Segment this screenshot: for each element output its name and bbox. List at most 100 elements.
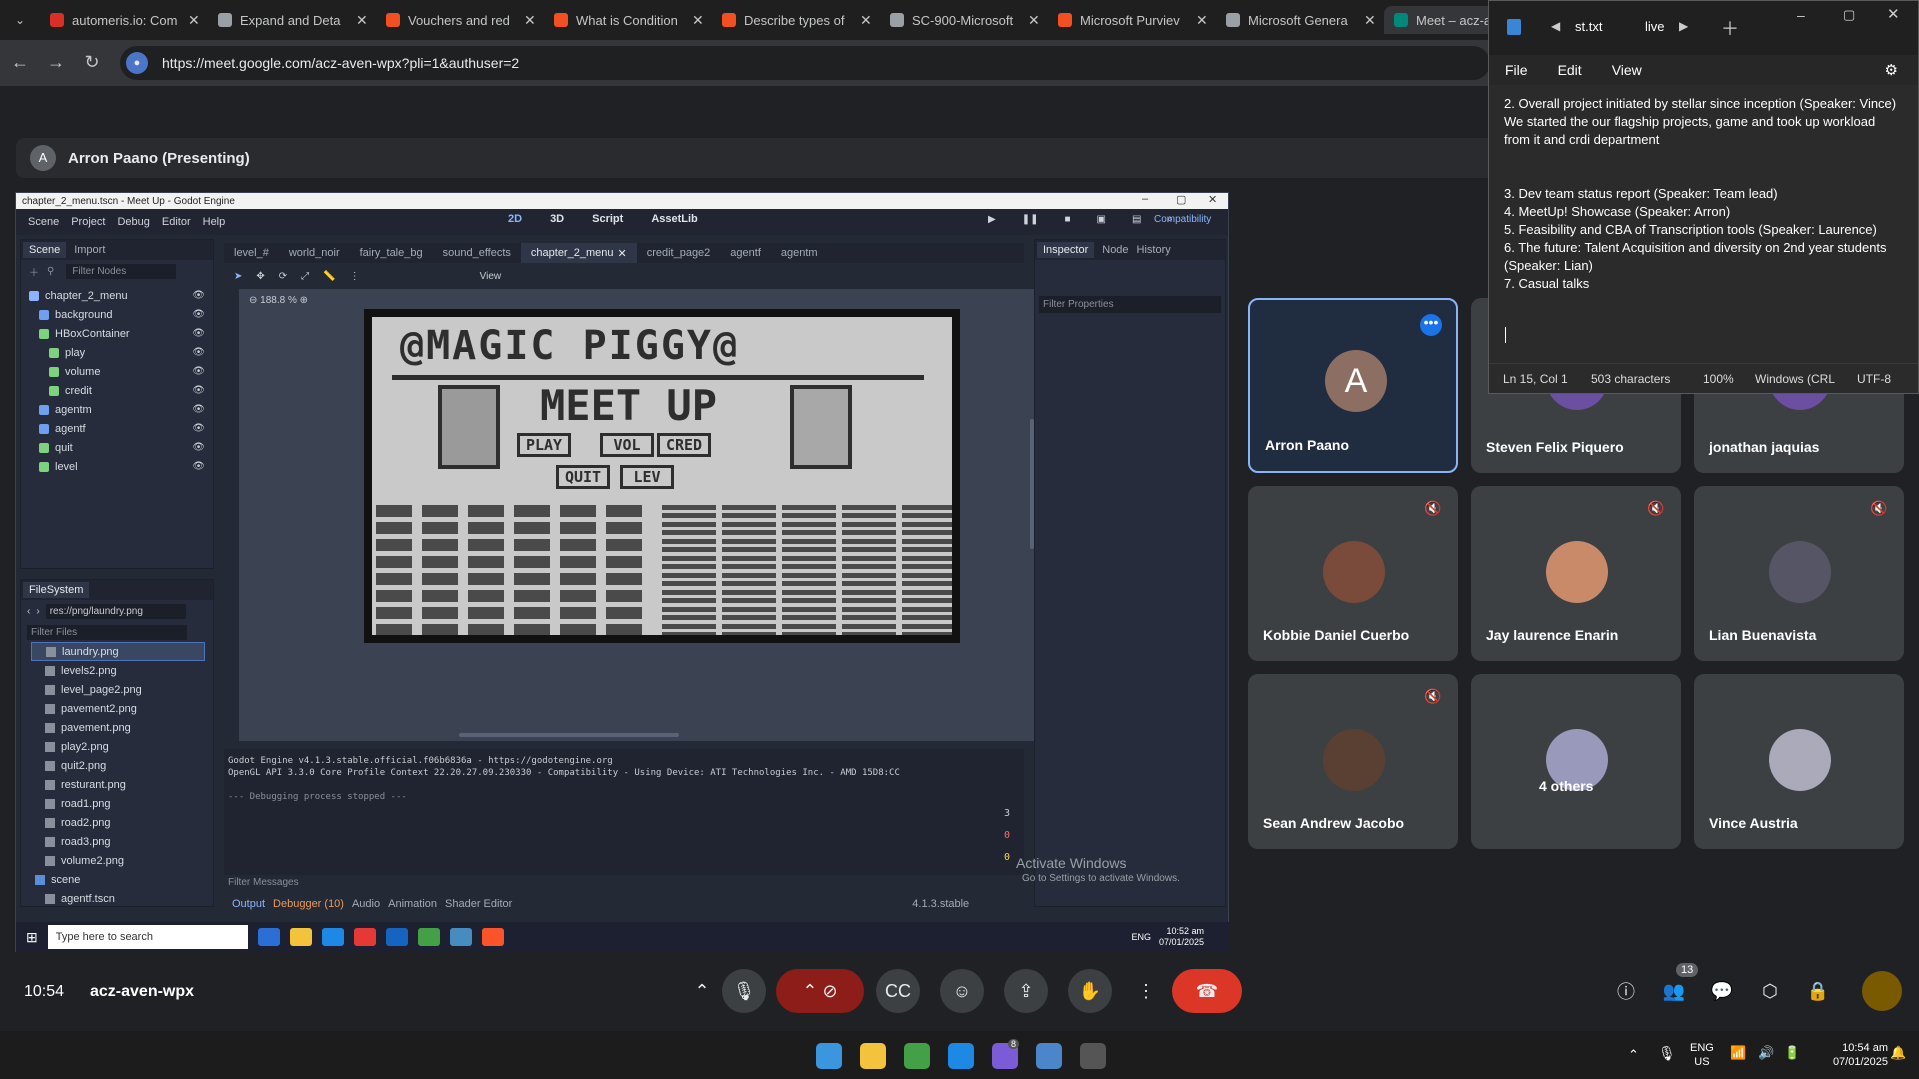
scene-tree-node[interactable]: credit 👁 — [21, 381, 213, 400]
visibility-icon[interactable]: 👁 — [192, 366, 205, 377]
mode-assetlib[interactable]: AssetLib — [651, 213, 697, 225]
minimize-icon[interactable]: – — [1142, 193, 1148, 205]
visibility-icon[interactable]: 👁 — [192, 328, 205, 339]
move-tool-icon[interactable]: ✥ — [256, 271, 264, 282]
tab-history[interactable]: History — [1137, 244, 1171, 256]
browser-tab[interactable]: Vouchers and red ✕ — [376, 6, 536, 34]
browser-tab[interactable]: Expand and Deta ✕ — [208, 6, 368, 34]
notepad-tab-live[interactable]: live — [1645, 19, 1665, 34]
view-menu[interactable]: View — [480, 271, 502, 282]
menu-project[interactable]: Project — [71, 216, 105, 228]
participant-tile[interactable]: 🔇 Sean Andrew Jacobo — [1248, 674, 1458, 849]
scale-tool-icon[interactable]: ⤢ — [301, 271, 309, 282]
close-tab-icon[interactable]: ✕ — [188, 12, 200, 29]
visibility-icon[interactable]: 👁 — [192, 404, 205, 415]
scene-tab[interactable]: credit_page2 — [637, 247, 721, 259]
scene-tab[interactable]: agentf — [720, 247, 771, 259]
participant-tile[interactable]: 🔇 Kobbie Daniel Cuerbo — [1248, 486, 1458, 661]
tab-output[interactable]: Output — [232, 898, 265, 910]
present-button[interactable]: ⇪ — [1004, 969, 1048, 1013]
menu-edit[interactable]: Edit — [1558, 62, 1582, 78]
chrome-profile-icon[interactable] — [948, 1043, 974, 1069]
mode-2d[interactable]: 2D — [508, 213, 522, 225]
notepad-text[interactable]: 2. Overall project initiated by stellar … — [1504, 95, 1904, 293]
close-icon[interactable]: ✕ — [1887, 5, 1900, 23]
close-tab-icon[interactable]: ✕ — [524, 12, 536, 29]
chrome-icon[interactable] — [904, 1043, 930, 1069]
tab-audio[interactable]: Audio — [352, 898, 380, 910]
filter-messages-input[interactable]: Filter Messages — [224, 877, 1024, 891]
back-icon[interactable]: ← — [8, 50, 32, 74]
close-tab-icon[interactable]: ✕ — [1028, 12, 1040, 29]
scene-tree-node[interactable]: HBoxContainer 👁 — [21, 324, 213, 343]
maximize-icon[interactable]: ▢ — [1843, 7, 1855, 23]
mode-3d[interactable]: 3D — [550, 213, 564, 225]
participant-tile[interactable]: 🔇 Jay laurence Enarin — [1471, 486, 1681, 661]
tab-inspector[interactable]: Inspector — [1037, 242, 1095, 258]
select-tool-icon[interactable]: ➤ — [234, 271, 242, 282]
info-icon[interactable]: ⓘ — [1604, 969, 1648, 1013]
audio-options-icon[interactable]: ⌃ — [684, 969, 720, 1013]
file-item[interactable]: levels2.png — [31, 661, 205, 680]
reload-icon[interactable]: ↻ — [80, 50, 104, 74]
browser-tab[interactable]: SC-900-Microsoft ✕ — [880, 6, 1040, 34]
link-icon[interactable]: ⚲ — [47, 266, 54, 277]
tab-shader-editor[interactable]: Shader Editor — [445, 898, 512, 910]
nav-back-icon[interactable]: ‹ — [27, 606, 30, 617]
tab-prev-icon[interactable]: ◀ — [1551, 19, 1560, 33]
camera-off-button[interactable]: ⌃ ⊘ — [776, 969, 864, 1013]
add-node-icon[interactable]: ＋ — [29, 264, 39, 279]
visibility-icon[interactable]: 👁 — [192, 442, 205, 453]
browser-tab[interactable]: Microsoft Genera ✕ — [1216, 6, 1376, 34]
tab-scene[interactable]: Scene — [23, 242, 67, 258]
file-item[interactable]: pavement2.png — [31, 699, 205, 718]
self-avatar[interactable] — [1862, 971, 1902, 1011]
snap-icon[interactable]: ⋮ — [350, 271, 360, 282]
mic-tray-icon[interactable]: 🎙 — [1658, 1045, 1676, 1062]
menu-debug[interactable]: Debug — [117, 216, 149, 228]
scene-tree-node[interactable]: agentf 👁 — [21, 419, 213, 438]
filter-nodes-input[interactable]: Filter Nodes — [66, 263, 177, 279]
participant-tile[interactable]: A ••• Arron Paano — [1248, 298, 1458, 473]
visibility-icon[interactable]: 👁 — [192, 423, 205, 434]
close-tab-icon[interactable]: ✕ — [1196, 12, 1208, 29]
participant-tile[interactable]: 🔇 Lian Buenavista — [1694, 486, 1904, 661]
filter-files-input[interactable]: Filter Files — [27, 624, 187, 640]
remote-icon[interactable]: ▣ — [1097, 214, 1106, 225]
pause-icon[interactable]: ❚❚ — [1022, 214, 1039, 225]
menu-help[interactable]: Help — [203, 216, 226, 228]
scene-tree-node[interactable]: volume 👁 — [21, 362, 213, 381]
scene-tree-node[interactable]: level 👁 — [21, 457, 213, 476]
close-tab-icon[interactable]: ✕ — [1364, 12, 1376, 29]
file-item[interactable]: resturant.png — [31, 775, 205, 794]
menu-scene[interactable]: Scene — [28, 216, 59, 228]
close-icon[interactable]: ✕ — [1208, 193, 1217, 206]
tab-node[interactable]: Node — [1102, 244, 1128, 256]
movie-icon[interactable]: ▤ — [1132, 214, 1141, 225]
show-hidden-icon[interactable]: ⌃ — [1628, 1047, 1639, 1063]
settings-icon[interactable]: ⚙ — [1885, 61, 1898, 79]
fs-path-input[interactable]: res://png/laundry.png — [45, 603, 186, 619]
host-controls-icon[interactable]: 🔒 — [1796, 969, 1840, 1013]
start-icon[interactable] — [816, 1043, 842, 1069]
menu-editor[interactable]: Editor — [162, 216, 191, 228]
file-item[interactable]: road1.png — [31, 794, 205, 813]
scene-tab[interactable]: fairy_tale_bg — [350, 247, 433, 259]
close-tab-icon[interactable]: ✕ — [617, 247, 626, 260]
notepad-tab[interactable]: st.txt — [1575, 19, 1602, 34]
file-item[interactable]: pavement.png — [31, 718, 205, 737]
mic-permission-icon[interactable]: ● — [126, 52, 148, 74]
browser-tab[interactable]: Describe types of ✕ — [712, 6, 872, 34]
tab-next-icon[interactable]: ▶ — [1679, 19, 1688, 33]
file-item[interactable]: quit2.png — [31, 756, 205, 775]
file-item[interactable]: road2.png — [31, 813, 205, 832]
more-options-icon[interactable]: ⋮ — [1124, 969, 1168, 1013]
scene-tree-node[interactable]: play 👁 — [21, 343, 213, 362]
explorer-icon[interactable] — [860, 1043, 886, 1069]
file-item[interactable]: level_page2.png — [31, 680, 205, 699]
play-icon[interactable]: ▶ — [988, 214, 996, 225]
stop-icon[interactable]: ■ — [1064, 214, 1070, 225]
scene-tree-node[interactable]: background 👁 — [21, 305, 213, 324]
browser-tab[interactable]: What is Condition ✕ — [544, 6, 704, 34]
tab-import[interactable]: Import — [74, 244, 105, 256]
